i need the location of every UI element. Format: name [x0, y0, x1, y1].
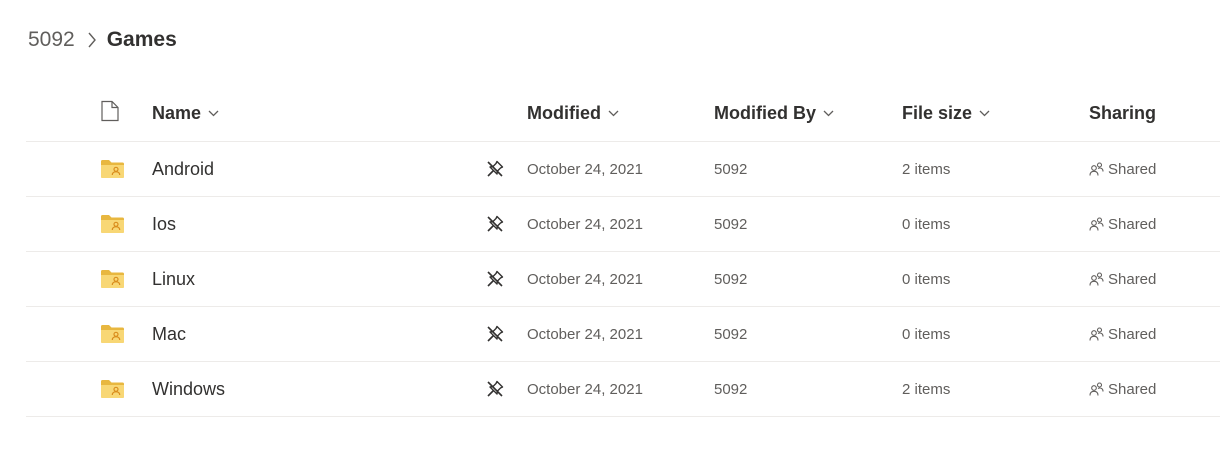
file-size: 0 items: [902, 325, 951, 343]
modified-by: 5092: [714, 215, 748, 233]
chevron-down-icon: [608, 110, 619, 117]
column-header-name-label: Name: [152, 103, 202, 123]
modified-date: October 24, 2021: [527, 160, 643, 178]
people-icon: [1089, 382, 1104, 396]
people-icon: [1089, 217, 1104, 231]
modified-date: October 24, 2021: [527, 325, 643, 343]
sharing-label: Shared: [1108, 325, 1157, 343]
folder-name[interactable]: Ios: [152, 214, 176, 235]
chevron-down-icon: [823, 110, 834, 117]
people-icon: [1089, 327, 1104, 341]
folder-name[interactable]: Windows: [152, 379, 225, 400]
sharing-label: Shared: [1108, 380, 1157, 398]
shared-folder-icon[interactable]: [100, 269, 125, 289]
sharing-status[interactable]: Shared: [1089, 271, 1156, 288]
not-following-icon[interactable]: [486, 380, 504, 398]
people-icon: [1089, 162, 1104, 176]
breadcrumb: 5092 Games: [28, 24, 177, 56]
modified-date: October 24, 2021: [527, 270, 643, 288]
table-row[interactable]: Mac October 24, 2021 5092 0 items Shared: [26, 307, 1220, 362]
column-header-modified-by-label: Modified By: [714, 103, 816, 123]
shared-folder-icon[interactable]: [100, 214, 125, 234]
column-header-modified-by[interactable]: Modified By: [714, 86, 834, 141]
sharing-status[interactable]: Shared: [1089, 326, 1156, 343]
modified-by: 5092: [714, 270, 748, 288]
file-size: 0 items: [902, 215, 951, 233]
not-following-icon[interactable]: [486, 215, 504, 233]
table-row[interactable]: Ios October 24, 2021 5092 0 items Shared: [26, 197, 1220, 252]
column-header-name[interactable]: Name: [152, 86, 219, 141]
column-header-file-size[interactable]: File size: [902, 86, 990, 141]
file-list: Name Modified Modified By File size Shar…: [26, 86, 1220, 417]
table-row[interactable]: Windows October 24, 2021 5092 2 items Sh…: [26, 362, 1220, 417]
not-following-icon[interactable]: [486, 270, 504, 288]
column-header-modified-label: Modified: [527, 103, 601, 123]
modified-date: October 24, 2021: [527, 380, 643, 398]
sharing-status[interactable]: Shared: [1089, 216, 1156, 233]
file-type-header[interactable]: [100, 86, 130, 141]
table-row[interactable]: Linux October 24, 2021 5092 0 items Shar…: [26, 252, 1220, 307]
chevron-down-icon: [208, 110, 219, 117]
people-icon: [1089, 272, 1104, 286]
sharing-label: Shared: [1108, 270, 1157, 288]
folder-name[interactable]: Android: [152, 159, 214, 180]
table-header: Name Modified Modified By File size Shar…: [26, 86, 1220, 142]
column-header-modified[interactable]: Modified: [527, 86, 619, 141]
file-size: 2 items: [902, 160, 951, 178]
shared-folder-icon[interactable]: [100, 324, 125, 344]
sharing-status[interactable]: Shared: [1089, 161, 1156, 178]
column-header-file-size-label: File size: [902, 103, 973, 123]
sharing-label: Shared: [1108, 160, 1157, 178]
modified-by: 5092: [714, 325, 748, 343]
file-size: 0 items: [902, 270, 951, 288]
breadcrumb-root[interactable]: 5092: [28, 28, 75, 52]
chevron-down-icon: [979, 110, 990, 117]
file-icon: [100, 100, 120, 127]
file-size: 2 items: [902, 380, 951, 398]
sharing-label: Shared: [1108, 215, 1157, 233]
folder-name[interactable]: Mac: [152, 324, 186, 345]
shared-folder-icon[interactable]: [100, 379, 125, 399]
modified-by: 5092: [714, 160, 748, 178]
folder-name[interactable]: Linux: [152, 269, 195, 290]
breadcrumb-current: Games: [106, 28, 177, 51]
chevron-right-icon: [87, 32, 97, 48]
not-following-icon[interactable]: [486, 160, 504, 178]
modified-date: October 24, 2021: [527, 215, 643, 233]
column-header-sharing-label: Sharing: [1089, 103, 1157, 123]
column-header-sharing[interactable]: Sharing: [1089, 86, 1156, 141]
sharing-status[interactable]: Shared: [1089, 381, 1156, 398]
not-following-icon[interactable]: [486, 325, 504, 343]
shared-folder-icon[interactable]: [100, 159, 125, 179]
table-row[interactable]: Android October 24, 2021 5092 2 items Sh…: [26, 142, 1220, 197]
modified-by: 5092: [714, 380, 748, 398]
